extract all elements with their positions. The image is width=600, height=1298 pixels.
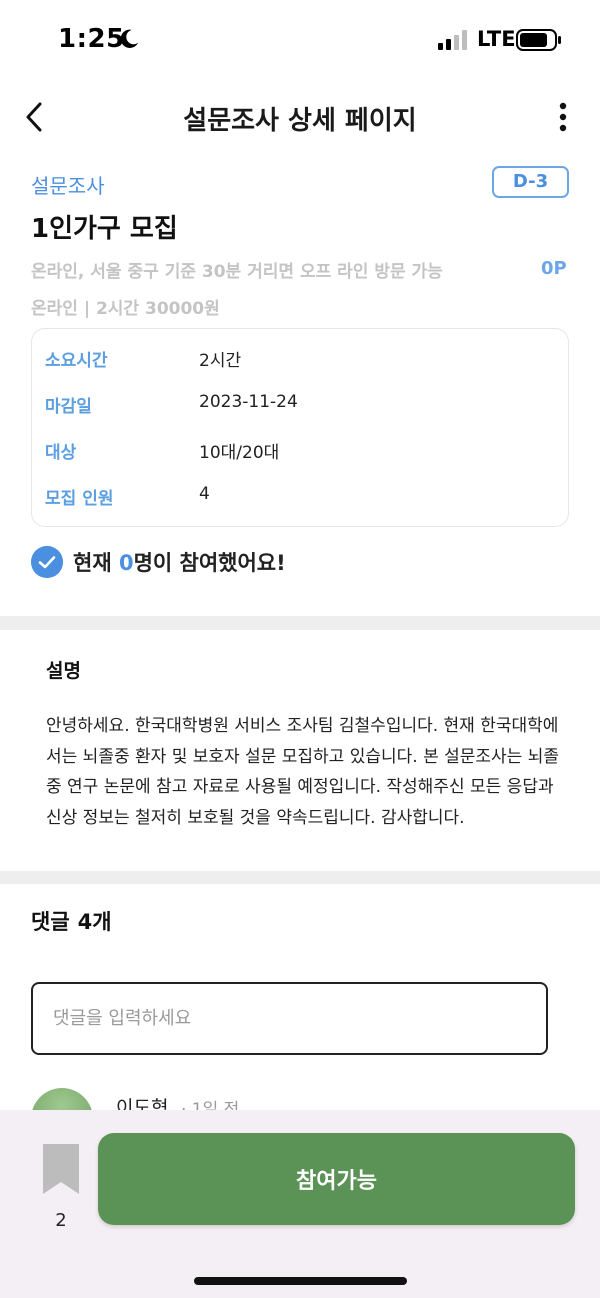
participation-suffix: 명이 참여했어요! [133, 551, 286, 575]
comments-label: 댓글 [31, 910, 70, 934]
signal-icon [438, 30, 467, 50]
home-indicator[interactable] [194, 1277, 407, 1285]
info-value: 2시간 [199, 351, 242, 371]
survey-meta: 온라인 | 2시간 30000원 [31, 299, 220, 319]
info-key: 대상 [45, 443, 77, 463]
bookmark-icon[interactable] [41, 1142, 81, 1196]
survey-title: 1인가구 모집 [31, 214, 178, 244]
nav-bar: 설문조사 상세 페이지 [0, 86, 600, 146]
info-row-capacity: 모집 인원 4 [32, 480, 568, 510]
info-key: 소요시간 [45, 351, 108, 371]
chevron-left-icon[interactable] [22, 100, 48, 134]
participation-text: 현재 0명이 참여했어요! [73, 547, 286, 577]
description-heading: 설명 [46, 660, 81, 682]
section-divider [0, 871, 600, 884]
info-row-duration: 소요시간 2시간 [32, 342, 568, 372]
status-time: 1:25 [58, 24, 125, 54]
status-bar: 1:25 LTE [0, 0, 600, 80]
comment-input[interactable] [31, 982, 548, 1055]
join-button[interactable]: 참여가능 [98, 1133, 575, 1225]
description-body: 안녕하세요. 한국대학병원 서비스 조사팀 김철수입니다. 현재 한국대학에서는… [46, 716, 560, 828]
participation-count: 0 [118, 551, 134, 575]
info-value: 4 [199, 484, 210, 504]
bottom-action-bar: 2 참여가능 [0, 1110, 600, 1298]
info-key: 모집 인원 [45, 489, 114, 509]
info-value: 2023-11-24 [199, 392, 298, 412]
battery-icon [516, 29, 561, 51]
info-row-deadline: 마감일 2023-11-24 [32, 388, 568, 418]
info-key: 마감일 [45, 397, 92, 417]
check-circle-icon [31, 546, 63, 578]
category-label: 설문조사 [31, 174, 105, 198]
deadline-badge: D-3 [492, 166, 569, 198]
info-value: 10대/20대 [199, 443, 280, 463]
points-label: 0P [541, 258, 567, 279]
survey-subtitle: 온라인, 서울 중구 기준 30분 거리면 오프 라인 방문 가능 [31, 262, 443, 282]
network-label: LTE [477, 27, 516, 51]
moon-icon [120, 29, 139, 48]
page-title: 설문조사 상세 페이지 [183, 106, 417, 136]
comments-heading: 댓글 4개 [31, 906, 112, 936]
more-vertical-icon[interactable] [552, 100, 574, 134]
section-divider [0, 616, 600, 630]
info-card: 소요시간 2시간 마감일 2023-11-24 대상 10대/20대 모집 인원… [31, 328, 569, 527]
participation-prefix: 현재 [73, 551, 119, 575]
comments-count: 4개 [77, 910, 112, 934]
info-row-target: 대상 10대/20대 [32, 434, 568, 464]
